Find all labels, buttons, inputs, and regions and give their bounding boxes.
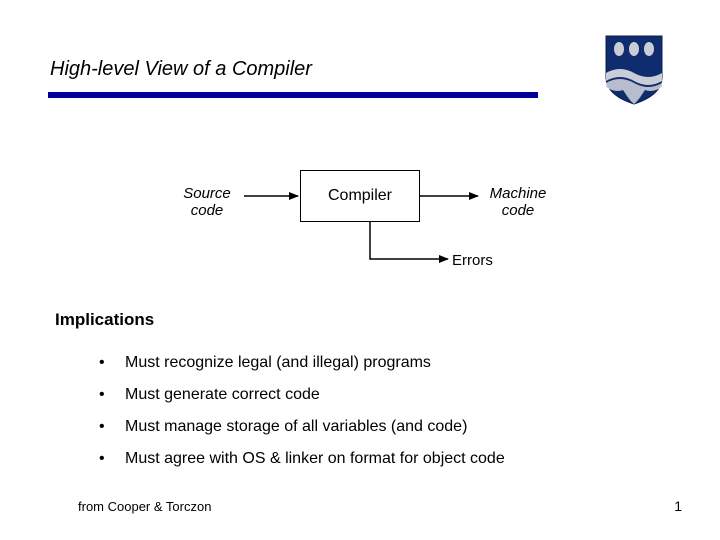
list-item: Must generate correct code [95,386,695,404]
bullet-list: Must recognize legal (and illegal) progr… [55,354,695,482]
page-number: 1 [674,498,682,514]
diagram-arrows [0,0,720,300]
footer-attribution: from Cooper & Torczon [78,499,211,514]
list-item: Must manage storage of all variables (an… [95,418,695,436]
slide: High-level View of a Compiler Source cod… [0,0,720,540]
arrow-compiler-to-errors [370,222,448,259]
list-item: Must agree with OS & linker on format fo… [95,450,695,468]
compiler-diagram: Source code Compiler Machine code Errors [0,0,720,300]
section-heading: Implications [55,310,154,330]
list-item: Must recognize legal (and illegal) progr… [95,354,695,372]
